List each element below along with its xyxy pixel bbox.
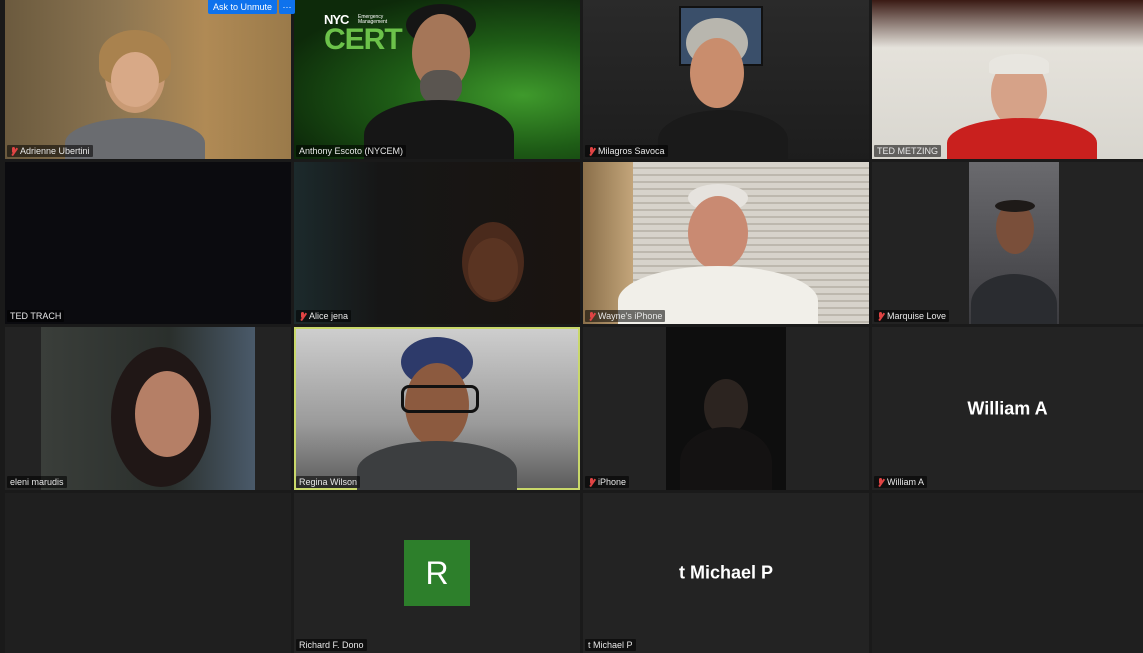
participant-tile-alice[interactable]: Alice jena xyxy=(294,162,580,324)
participant-video xyxy=(444,162,544,324)
empty-tile xyxy=(5,493,291,653)
participant-tile-milagros[interactable]: Milagros Savoca xyxy=(583,0,869,159)
mic-muted-icon xyxy=(588,311,595,321)
mic-muted-icon xyxy=(588,477,595,487)
participant-video xyxy=(666,327,786,490)
participant-name-tag: William A xyxy=(874,476,928,488)
participant-name-tag: Adrienne Ubertini xyxy=(7,145,93,157)
participant-video xyxy=(347,327,527,490)
participant-tile-ted-metzing[interactable]: TED METZING xyxy=(872,0,1143,159)
participant-name-tag: Marquise Love xyxy=(874,310,950,322)
participant-name-tag: Alice jena xyxy=(296,310,352,322)
participant-tile-anthony[interactable]: NYC Emergency Management CERT Anthony Es… xyxy=(294,0,580,159)
mic-muted-icon xyxy=(10,146,17,156)
participant-video xyxy=(65,0,205,159)
participant-name-tag: Milagros Savoca xyxy=(585,145,668,157)
participant-tile-iphone[interactable]: iPhone xyxy=(583,327,869,490)
video-gallery: Adrienne Ubertini NYC Emergency Manageme… xyxy=(5,0,1143,653)
participant-name-tag: Anthony Escoto (NYCEM) xyxy=(296,145,407,157)
more-options-button[interactable]: ··· xyxy=(279,0,296,14)
participant-tile-michael[interactable]: t Michael P t Michael P xyxy=(583,493,869,653)
participant-name-tag: Richard F. Dono xyxy=(296,639,367,651)
mic-muted-icon xyxy=(299,311,306,321)
avatar: R xyxy=(404,540,470,606)
participant-name-tag: TED TRACH xyxy=(7,310,65,322)
participant-video xyxy=(618,162,818,324)
participant-tile-william[interactable]: William A William A xyxy=(872,327,1143,490)
video-off-name: t Michael P xyxy=(678,562,774,583)
top-controls: Ask to Unmute ··· xyxy=(208,0,296,14)
participant-tile-wayne[interactable]: Wayne's iPhone xyxy=(583,162,869,324)
participant-tile-richard[interactable]: R Richard F. Dono xyxy=(294,493,580,653)
mic-muted-icon xyxy=(877,311,884,321)
participant-name-tag: t Michael P xyxy=(585,639,636,651)
participant-tile-adrienne[interactable]: Adrienne Ubertini xyxy=(5,0,291,159)
participant-name-tag: Regina Wilson xyxy=(296,476,361,488)
participant-name-tag: eleni marudis xyxy=(7,476,67,488)
video-off-name: William A xyxy=(967,398,1048,418)
participant-tile-ted-trach[interactable]: TED TRACH xyxy=(5,162,291,324)
participant-video xyxy=(648,0,798,159)
participant-tile-marquise[interactable]: Marquise Love xyxy=(872,162,1143,324)
participant-video xyxy=(41,327,255,490)
participant-video xyxy=(354,0,524,159)
participant-tile-regina[interactable]: Regina Wilson xyxy=(294,327,580,490)
mic-muted-icon xyxy=(588,146,595,156)
participant-video xyxy=(969,162,1059,324)
mic-muted-icon xyxy=(877,477,884,487)
participant-video xyxy=(947,0,1097,159)
participant-name-tag: TED METZING xyxy=(874,145,941,157)
participant-name-tag: iPhone xyxy=(585,476,630,488)
empty-tile xyxy=(872,493,1143,653)
ask-to-unmute-button[interactable]: Ask to Unmute xyxy=(208,0,278,14)
participant-tile-eleni[interactable]: eleni marudis xyxy=(5,327,291,490)
participant-name-tag: Wayne's iPhone xyxy=(585,310,666,322)
